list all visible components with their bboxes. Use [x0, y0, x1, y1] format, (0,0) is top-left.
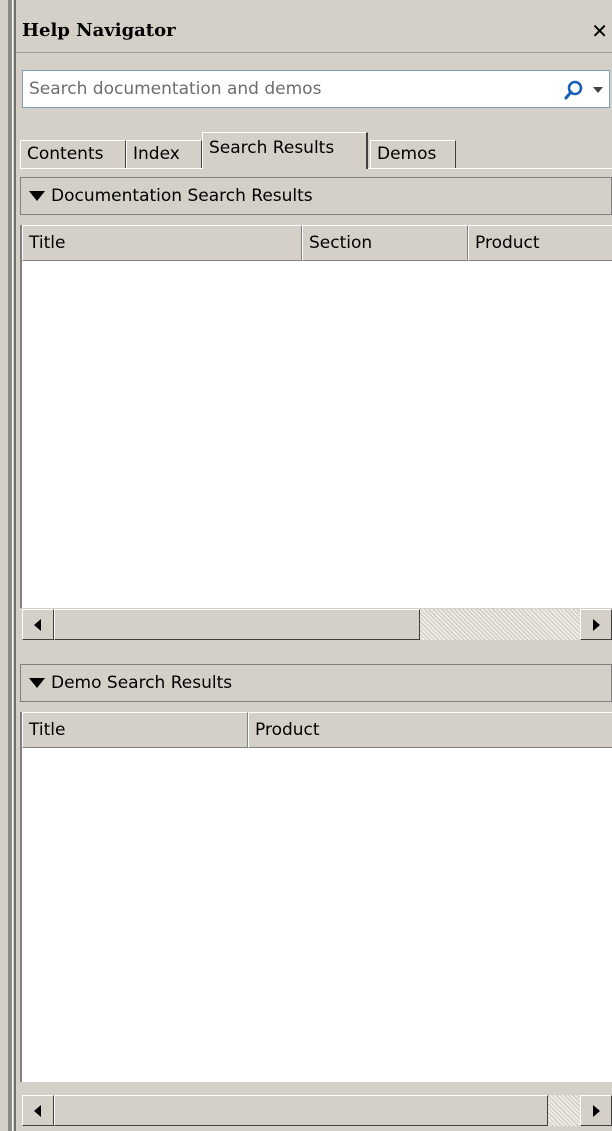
column-header-title[interactable]: Title — [22, 712, 248, 748]
column-header-product[interactable]: Product — [468, 225, 612, 261]
search-icon[interactable] — [563, 79, 585, 101]
doc-results-hscrollbar[interactable] — [22, 608, 612, 640]
scrollbar-thumb[interactable] — [54, 1095, 548, 1126]
demo-results-hscrollbar[interactable] — [22, 1094, 612, 1126]
tab-search-results[interactable]: Search Results — [202, 132, 368, 169]
doc-results-title: Documentation Search Results — [51, 186, 313, 206]
window-border-inner — [14, 0, 16, 1131]
tab-index[interactable]: Index — [126, 140, 202, 168]
tab-label: Demos — [377, 144, 437, 164]
scroll-left-icon[interactable] — [22, 1095, 54, 1126]
demo-results-table[interactable]: Title Product — [20, 712, 612, 1082]
help-navigator-window: Help Navigator ✕ Contents Index Search R… — [0, 0, 612, 1131]
column-header-title[interactable]: Title — [22, 225, 302, 261]
column-header-product[interactable]: Product — [248, 712, 612, 748]
tab-label: Search Results — [209, 138, 335, 158]
scroll-left-icon[interactable] — [22, 609, 54, 640]
collapse-triangle-icon[interactable] — [29, 678, 45, 688]
tab-demos[interactable]: Demos — [370, 140, 456, 168]
pane-splitter[interactable] — [16, 650, 612, 660]
doc-results-header[interactable]: Documentation Search Results — [20, 177, 612, 215]
search-input[interactable] — [29, 77, 529, 101]
scroll-right-icon[interactable] — [580, 609, 612, 640]
chevron-down-icon[interactable] — [593, 87, 603, 93]
title-divider — [16, 52, 612, 53]
tab-contents[interactable]: Contents — [20, 140, 126, 168]
column-header-section[interactable]: Section — [302, 225, 468, 261]
tab-label: Contents — [27, 144, 104, 164]
collapse-triangle-icon[interactable] — [29, 191, 45, 201]
tab-label: Index — [133, 144, 180, 164]
search-box[interactable] — [22, 70, 610, 108]
window-border — [8, 0, 13, 1131]
tab-bar: Contents Index Search Results Demos — [20, 132, 612, 169]
window-title: Help Navigator — [22, 20, 176, 41]
demo-results-header[interactable]: Demo Search Results — [20, 664, 612, 702]
scroll-right-icon[interactable] — [580, 1095, 612, 1126]
demo-results-title: Demo Search Results — [51, 673, 233, 693]
close-button[interactable]: ✕ — [591, 19, 608, 43]
scrollbar-thumb[interactable] — [54, 609, 420, 640]
doc-results-table[interactable]: Title Section Product — [20, 225, 612, 608]
title-bar: Help Navigator ✕ — [16, 10, 612, 52]
